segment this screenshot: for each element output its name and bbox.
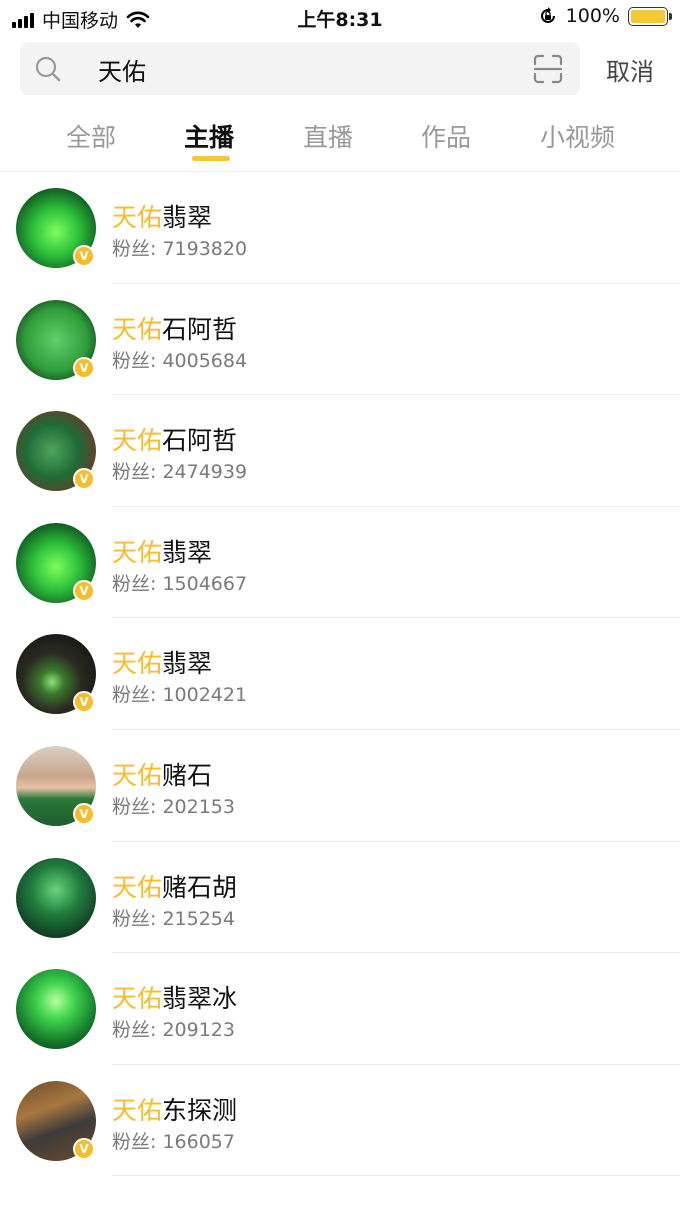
battery-icon [628, 6, 672, 26]
result-tabs: 全部 主播 直播 作品 小视频 [0, 110, 680, 170]
anchor-name-highlight: 天佑 [112, 760, 163, 790]
anchor-name-rest: 翡翠 [162, 649, 213, 679]
anchor-name: 天佑翡翠冰 [112, 979, 237, 1015]
search-box[interactable] [20, 42, 580, 95]
follower-count: 粉丝: 7193820 [112, 238, 248, 260]
anchor-result-row-3[interactable]: V 天佑石阿哲 粉丝: 2474939 [0, 395, 680, 507]
scan-icon[interactable] [532, 53, 564, 85]
anchor-name: 天佑石阿哲 [112, 310, 237, 346]
anchor-name-highlight: 天佑 [112, 314, 163, 344]
anchor-result-list: V 天佑翡翠 粉丝: 7193820 V 天佑石阿哲 粉丝: 4005684 V… [0, 172, 680, 1177]
anchor-result-row-2[interactable]: V 天佑石阿哲 粉丝: 4005684 [0, 284, 680, 396]
verified-v-icon: V [73, 691, 95, 714]
row-divider [112, 1175, 680, 1177]
avatar[interactable] [16, 969, 96, 1050]
follower-count: 粉丝: 1504667 [112, 572, 248, 595]
battery-percent: 100% [565, 5, 620, 27]
anchor-name-highlight: 天佑 [112, 537, 163, 567]
follower-count: 粉丝: 4005684 [112, 349, 248, 372]
anchor-name-rest: 翡翠冰 [162, 984, 238, 1014]
follower-count: 粉丝: 166057 [112, 1130, 235, 1153]
verified-v-icon: V [73, 468, 95, 491]
anchor-name: 天佑赌石胡 [112, 868, 237, 904]
anchor-name-rest: 赌石胡 [162, 872, 238, 902]
follower-count: 粉丝: 2474939 [112, 461, 248, 484]
anchor-name-highlight: 天佑 [112, 426, 163, 456]
tab-anchors[interactable]: 主播 [184, 118, 234, 154]
verified-v-icon: V [73, 1137, 95, 1160]
active-tab-indicator [192, 156, 230, 161]
anchor-name-rest: 赌石 [162, 760, 213, 790]
verified-v-icon: V [73, 356, 95, 379]
tab-live[interactable]: 直播 [303, 118, 353, 154]
anchor-name: 天佑石阿哲 [112, 421, 237, 457]
search-input[interactable] [98, 49, 518, 89]
verified-v-icon: V [73, 802, 95, 825]
anchor-name: 天佑翡翠 [112, 198, 212, 234]
anchor-name-rest: 翡翠 [162, 537, 213, 567]
battery-level-fill [631, 9, 665, 23]
anchor-result-row-8[interactable]: V 天佑翡翠冰 粉丝: 209123 [0, 953, 680, 1065]
anchor-name-rest: 东探测 [162, 1095, 238, 1125]
follower-count: 粉丝: 202153 [112, 795, 235, 818]
anchor-result-row-5[interactable]: V 天佑翡翠 粉丝: 1002421 [0, 618, 680, 730]
tab-short-videos[interactable]: 小视频 [540, 118, 615, 154]
verified-v-icon: V [73, 245, 95, 267]
search-icon [35, 56, 61, 82]
anchor-name: 天佑翡翠 [112, 644, 212, 680]
anchor-result-row-6[interactable]: V 天佑赌石 粉丝: 202153 [0, 730, 680, 842]
anchor-name-highlight: 天佑 [112, 872, 163, 902]
anchor-result-row-7[interactable]: V 天佑赌石胡 粉丝: 215254 [0, 842, 680, 954]
follower-count: 粉丝: 1002421 [112, 684, 248, 707]
anchor-name-highlight: 天佑 [112, 984, 163, 1014]
tab-all[interactable]: 全部 [66, 118, 116, 154]
anchor-result-row-4[interactable]: V 天佑翡翠 粉丝: 1504667 [0, 507, 680, 619]
follower-count: 粉丝: 209123 [112, 1019, 235, 1042]
status-right: 100% [538, 5, 672, 27]
anchor-name-rest: 翡翠 [162, 203, 213, 232]
anchor-name: 天佑赌石 [112, 756, 212, 792]
anchor-name-highlight: 天佑 [112, 649, 163, 679]
anchor-name-highlight: 天佑 [112, 1095, 163, 1125]
status-bar: 中国移动 上午8:31 100% [0, 0, 680, 36]
cancel-button[interactable]: 取消 [606, 52, 654, 87]
anchor-result-row-1[interactable]: V 天佑翡翠 粉丝: 7193820 [0, 172, 680, 284]
tab-works[interactable]: 作品 [421, 118, 471, 154]
anchor-name-rest: 石阿哲 [162, 314, 238, 344]
anchor-name-rest: 石阿哲 [162, 426, 238, 456]
follower-count: 粉丝: 215254 [112, 907, 235, 930]
avatar[interactable] [16, 857, 96, 938]
anchor-name: 天佑翡翠 [112, 533, 212, 569]
verified-v-icon: V [73, 579, 95, 602]
search-bar: 取消 [0, 42, 680, 96]
anchor-result-row-9[interactable]: V 天佑东探测 粉丝: 166057 [0, 1065, 680, 1177]
anchor-name-highlight: 天佑 [112, 203, 163, 232]
anchor-name: 天佑东探测 [112, 1091, 237, 1127]
rotation-lock-icon [540, 7, 555, 23]
